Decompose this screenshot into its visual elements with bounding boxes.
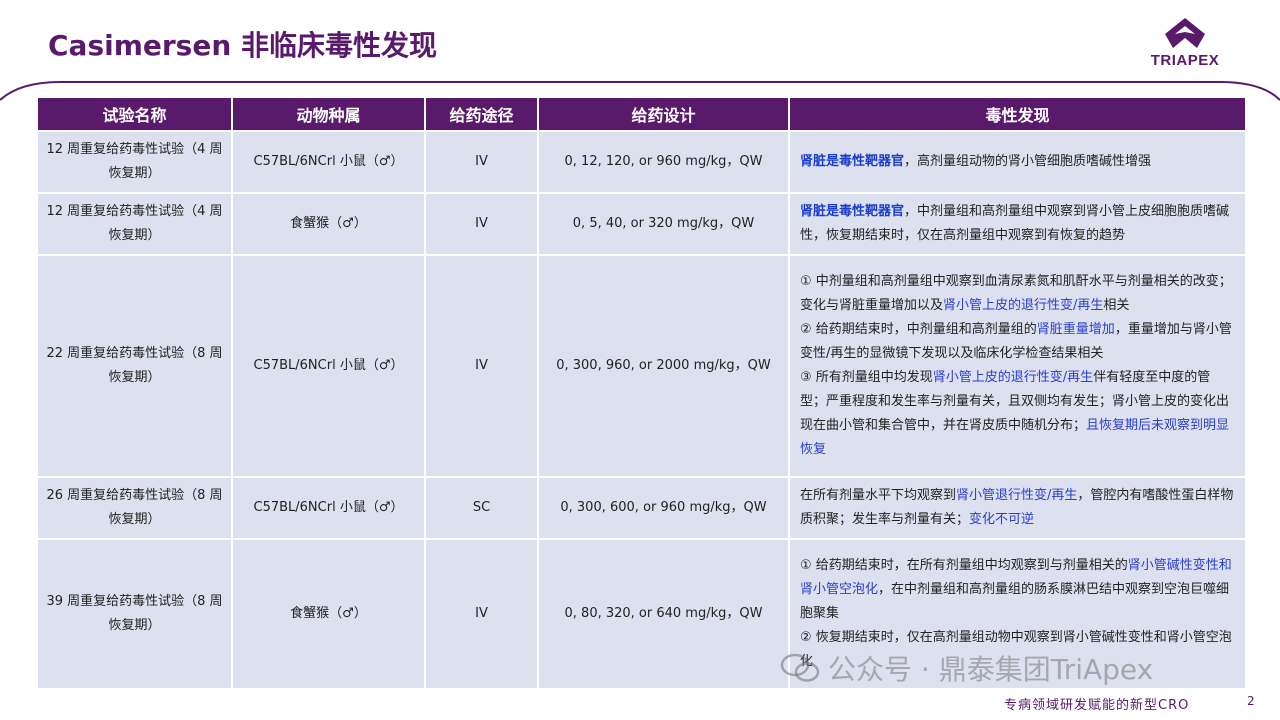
route: IV <box>424 254 539 478</box>
wechat-icon <box>780 653 820 682</box>
findings: ① 中剂量组和高剂量组中观察到血清尿素氮和肌酐水平与剂量相关的改变；变化与肾脏重… <box>788 254 1247 478</box>
dose-design: 0, 300, 960, or 2000 mg/kg，QW <box>537 254 790 478</box>
finding-highlight: 肾小管上皮的退行性变/再生 <box>932 370 1094 385</box>
page-number: 2 <box>1247 694 1255 708</box>
logo-text: TRIAPEX <box>1150 52 1220 69</box>
finding-highlight: 肾小管上皮的退行性变/再生 <box>943 298 1104 313</box>
table-row: 22 周重复给药毒性试验（8 周恢复期） C57BL/6NCrl 小鼠（♂） I… <box>36 254 1247 478</box>
dose-design: 0, 300, 600, or 960 mg/kg，QW <box>537 476 790 540</box>
table-row: 12 周重复给药毒性试验（4 周恢复期） C57BL/6NCrl 小鼠（♂） I… <box>36 130 1247 194</box>
route: IV <box>424 130 539 194</box>
study-name: 12 周重复给药毒性试验（4 周恢复期） <box>36 192 233 256</box>
table-row: 26 周重复给药毒性试验（8 周恢复期） C57BL/6NCrl 小鼠（♂） S… <box>36 476 1247 540</box>
header-study-name: 试验名称 <box>36 96 233 132</box>
species: C57BL/6NCrl 小鼠（♂） <box>231 254 426 478</box>
table-row: 12 周重复给药毒性试验（4 周恢复期） 食蟹猴（♂） IV 0, 5, 40,… <box>36 192 1247 256</box>
findings: 肾脏是毒性靶器官，高剂量组动物的肾小管细胞质嗜碱性增强 <box>788 130 1247 194</box>
finding-highlight: 肾小管退行性变/再生 <box>956 488 1078 503</box>
route: SC <box>424 476 539 540</box>
header-findings: 毒性发现 <box>788 96 1247 132</box>
triapex-logo-icon <box>1165 18 1205 48</box>
header-route: 给药途径 <box>424 96 539 132</box>
study-name: 22 周重复给药毒性试验（8 周恢复期） <box>36 254 233 478</box>
table-header-row: 试验名称 动物种属 给药途径 给药设计 毒性发现 <box>36 96 1247 132</box>
species: 食蟹猴（♂） <box>231 538 426 690</box>
dose-design: 0, 12, 120, or 960 mg/kg，QW <box>537 130 790 194</box>
finding-highlight: 肾脏是毒性靶器官 <box>800 204 905 219</box>
study-name: 12 周重复给药毒性试验（4 周恢复期） <box>36 130 233 194</box>
header-design: 给药设计 <box>537 96 790 132</box>
toxicity-table: 试验名称 动物种属 给药途径 给药设计 毒性发现 12 周重复给药毒性试验（4 … <box>36 96 1247 690</box>
finding-highlight: 肾脏重量增加 <box>1036 322 1115 337</box>
species: C57BL/6NCrl 小鼠（♂） <box>231 130 426 194</box>
finding-highlight: 肾脏是毒性靶器官 <box>800 154 905 169</box>
species: C57BL/6NCrl 小鼠（♂） <box>231 476 426 540</box>
dose-design: 0, 5, 40, or 320 mg/kg，QW <box>537 192 790 256</box>
watermark: 公众号 · 鼎泰集团TriApex <box>780 648 1153 688</box>
page-title: Casimersen 非临床毒性发现 <box>48 29 438 62</box>
triapex-logo: TRIAPEX <box>1142 16 1228 69</box>
footer-tagline: 专病领域研发赋能的新型CRO <box>1004 698 1190 713</box>
finding-highlight: 变化不可逆 <box>969 512 1035 527</box>
dose-design: 0, 80, 320, or 640 mg/kg，QW <box>537 538 790 690</box>
findings: 肾脏是毒性靶器官，中剂量组和高剂量组中观察到肾小管上皮细胞胞质嗜碱性，恢复期结束… <box>788 192 1247 256</box>
watermark-text: 公众号 · 鼎泰集团TriApex <box>828 653 1154 686</box>
findings: 在所有剂量水平下均观察到肾小管退行性变/再生，管腔内有嗜酸性蛋白样物质积聚；发生… <box>788 476 1247 540</box>
species: 食蟹猴（♂） <box>231 192 426 256</box>
route: IV <box>424 192 539 256</box>
study-name: 26 周重复给药毒性试验（8 周恢复期） <box>36 476 233 540</box>
route: IV <box>424 538 539 690</box>
study-name: 39 周重复给药毒性试验（8 周恢复期） <box>36 538 233 690</box>
header-species: 动物种属 <box>231 96 426 132</box>
